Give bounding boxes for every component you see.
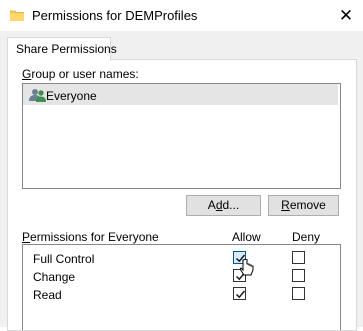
tab-share-permissions[interactable]: Share Permissions [7,37,117,61]
deny-column-header: Deny [292,230,321,244]
permission-label-full-control: Full Control [33,252,95,266]
remove-button[interactable]: Remove [268,195,339,216]
group-users-label: Group or user names: [22,67,139,81]
user-name-everyone: Everyone [46,89,97,103]
window-title: Permissions for DEMProfiles [32,8,198,23]
permission-label-change: Change [33,270,76,284]
hand-cursor-icon [240,259,254,276]
permissions-for-label: Permissions for Everyone [22,230,159,244]
deny-read-checkbox[interactable] [292,287,305,300]
deny-change-checkbox[interactable] [292,269,305,282]
add-button[interactable]: Add... [186,195,261,216]
check-icon [235,290,246,299]
close-icon[interactable]: ✕ [336,6,356,26]
tab-label: Share Permissions [16,42,117,56]
deny-full-control-checkbox[interactable] [292,251,305,264]
folder-icon [10,10,24,21]
users-icon [29,89,46,102]
allow-column-header: Allow [232,230,261,244]
allow-read-checkbox[interactable] [233,287,246,300]
permission-label-read: Read [33,288,62,302]
